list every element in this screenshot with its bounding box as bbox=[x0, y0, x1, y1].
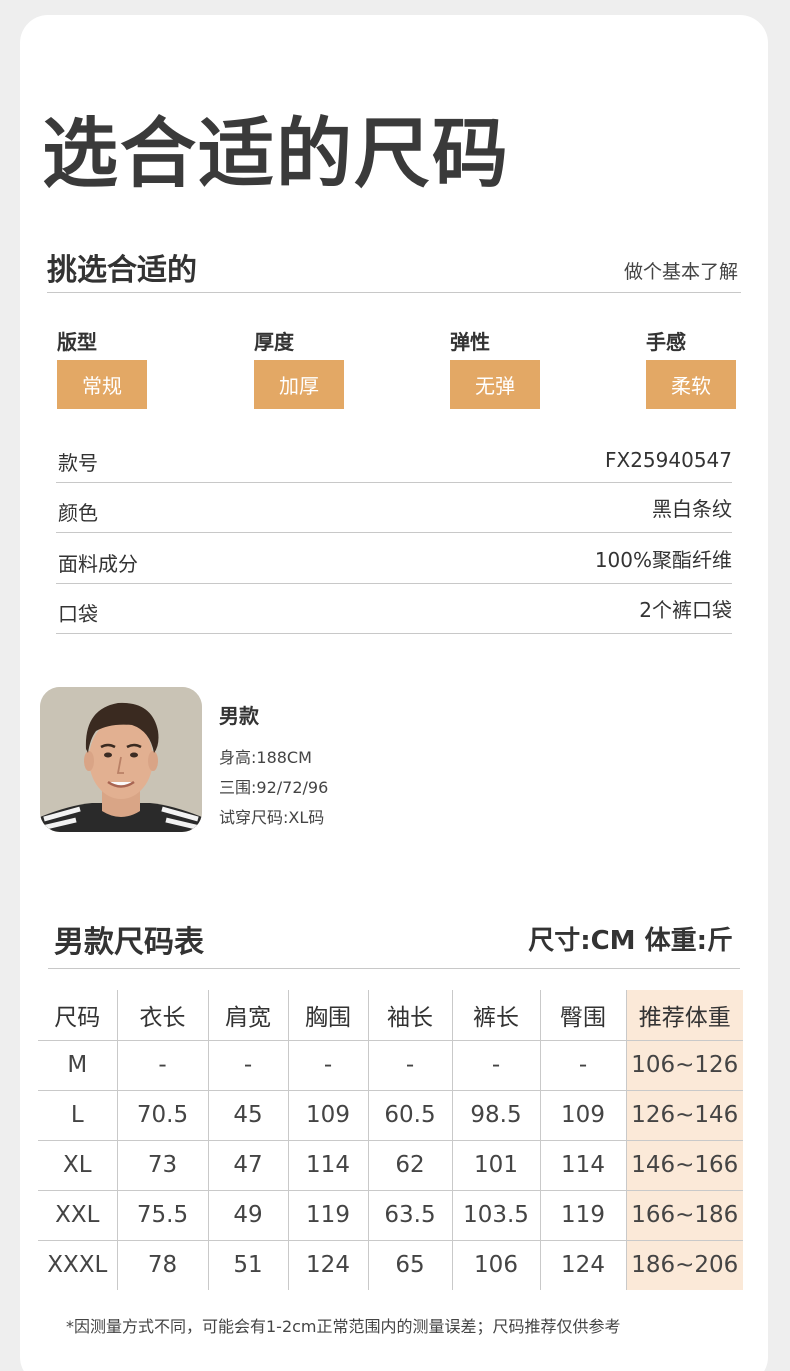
attribute-tag: 常规 bbox=[57, 360, 147, 409]
table-cell: 101 bbox=[451, 1139, 541, 1191]
page-title: 选合适的尺码 bbox=[42, 109, 510, 198]
pick-section-heading: 挑选合适的 bbox=[47, 253, 197, 288]
table-cell: 65 bbox=[367, 1239, 453, 1290]
spec-row-fabric: 面料成分 100%聚酯纤维 bbox=[56, 533, 732, 584]
table-cell: XXL bbox=[38, 1189, 118, 1241]
table-cell: 98.5 bbox=[451, 1089, 541, 1141]
attribute-tag: 加厚 bbox=[254, 360, 344, 409]
spec-value: 黑白条纹 bbox=[652, 497, 732, 521]
table-cell: 106~126 bbox=[625, 1039, 743, 1091]
table-row: XXXL 78 51 124 65 106 124 186~206 bbox=[38, 1239, 743, 1290]
measurement-note: *因测量方式不同，可能会有1-2cm正常范围内的测量误差；尺码推荐仅供参考 bbox=[66, 1317, 621, 1336]
attribute-elasticity: 弹性 无弹 bbox=[450, 326, 540, 409]
model-measurements: 三围:92/72/96 bbox=[219, 778, 329, 797]
column-header: 胸围 bbox=[287, 990, 369, 1041]
spec-row-pockets: 口袋 2个裤口袋 bbox=[56, 584, 732, 634]
model-portrait-illustration bbox=[40, 687, 202, 832]
attribute-tag: 柔软 bbox=[646, 360, 736, 409]
table-cell: 49 bbox=[207, 1189, 289, 1241]
model-height: 身高:188CM bbox=[219, 748, 312, 767]
model-photo bbox=[40, 687, 202, 832]
pick-section-header: 挑选合适的 做个基本了解 bbox=[47, 243, 741, 293]
attribute-feel: 手感 柔软 bbox=[646, 326, 736, 409]
table-cell: - bbox=[207, 1039, 289, 1091]
table-cell: 47 bbox=[207, 1139, 289, 1191]
table-cell: 78 bbox=[116, 1239, 209, 1290]
column-header: 推荐体重 bbox=[625, 990, 743, 1041]
size-chart-header: 男款尺码表 尺寸:CM 体重:斤 bbox=[48, 908, 740, 969]
spec-key: 口袋 bbox=[58, 602, 98, 626]
table-cell: 166~186 bbox=[625, 1189, 743, 1241]
table-cell: - bbox=[287, 1039, 369, 1091]
spec-value: 2个裤口袋 bbox=[639, 598, 732, 622]
table-row: M - - - - - - 106~126 bbox=[38, 1039, 743, 1091]
table-cell: 73 bbox=[116, 1139, 209, 1191]
column-header: 臀围 bbox=[539, 990, 627, 1041]
table-cell: 114 bbox=[539, 1139, 627, 1191]
table-cell: - bbox=[116, 1039, 209, 1091]
attribute-label: 厚度 bbox=[254, 330, 294, 354]
spec-key: 面料成分 bbox=[58, 551, 138, 576]
attribute-thickness: 厚度 加厚 bbox=[254, 326, 344, 409]
model-try-size: 试穿尺码:XL码 bbox=[219, 808, 325, 827]
table-cell: 75.5 bbox=[116, 1189, 209, 1241]
column-header: 袖长 bbox=[367, 990, 453, 1041]
table-cell: M bbox=[38, 1039, 118, 1091]
size-chart-heading: 男款尺码表 bbox=[54, 925, 204, 960]
table-cell: 124 bbox=[539, 1239, 627, 1290]
table-row: XXL 75.5 49 119 63.5 103.5 119 166~186 bbox=[38, 1189, 743, 1241]
column-header: 尺码 bbox=[38, 990, 118, 1041]
table-cell: 70.5 bbox=[116, 1089, 209, 1141]
spec-key: 款号 bbox=[58, 450, 98, 475]
table-cell: 60.5 bbox=[367, 1089, 453, 1141]
table-cell: 126~146 bbox=[625, 1089, 743, 1141]
table-cell: 63.5 bbox=[367, 1189, 453, 1241]
spec-row-style-number: 款号 FX25940547 bbox=[56, 432, 732, 483]
attribute-label: 手感 bbox=[646, 330, 686, 354]
spec-value: 100%聚酯纤维 bbox=[594, 547, 732, 572]
spec-value: FX25940547 bbox=[604, 447, 732, 472]
spec-list: 款号 FX25940547 颜色 黑白条纹 面料成分 100%聚酯纤维 口袋 2… bbox=[56, 432, 732, 634]
table-cell: - bbox=[539, 1039, 627, 1091]
table-cell: 124 bbox=[287, 1239, 369, 1290]
column-header: 裤长 bbox=[451, 990, 541, 1041]
attribute-fit: 版型 常规 bbox=[57, 326, 147, 409]
table-cell: XL bbox=[38, 1139, 118, 1191]
table-cell: 119 bbox=[539, 1189, 627, 1241]
table-cell: 62 bbox=[367, 1139, 453, 1191]
table-cell: XXXL bbox=[38, 1239, 118, 1290]
attribute-label: 弹性 bbox=[450, 330, 490, 354]
table-cell: 109 bbox=[539, 1089, 627, 1141]
column-header: 衣长 bbox=[116, 990, 209, 1041]
table-cell: 114 bbox=[287, 1139, 369, 1191]
table-header-row: 尺码 衣长 肩宽 胸围 袖长 裤长 臀围 推荐体重 bbox=[38, 990, 743, 1041]
table-cell: 146~166 bbox=[625, 1139, 743, 1191]
table-row: L 70.5 45 109 60.5 98.5 109 126~146 bbox=[38, 1089, 743, 1141]
table-cell: 119 bbox=[287, 1189, 369, 1241]
table-cell: 109 bbox=[287, 1089, 369, 1141]
size-chart-table: 尺码 衣长 肩宽 胸围 袖长 裤长 臀围 推荐体重 M - - - - - - … bbox=[38, 990, 743, 1290]
table-cell: 45 bbox=[207, 1089, 289, 1141]
table-cell: 106 bbox=[451, 1239, 541, 1290]
table-cell: - bbox=[451, 1039, 541, 1091]
attribute-tag: 无弹 bbox=[450, 360, 540, 409]
table-cell: 51 bbox=[207, 1239, 289, 1290]
attribute-label: 版型 bbox=[57, 330, 97, 354]
spec-key: 颜色 bbox=[58, 501, 98, 525]
size-chart-units: 尺寸:CM 体重:斤 bbox=[528, 926, 733, 956]
table-cell: - bbox=[367, 1039, 453, 1091]
pick-section-subtitle: 做个基本了解 bbox=[623, 261, 738, 283]
table-row: XL 73 47 114 62 101 114 146~166 bbox=[38, 1139, 743, 1191]
column-header: 肩宽 bbox=[207, 990, 289, 1041]
spec-row-color: 颜色 黑白条纹 bbox=[56, 483, 732, 533]
table-cell: L bbox=[38, 1089, 118, 1141]
model-info: 男款 身高:188CM 三围:92/72/96 试穿尺码:XL码 bbox=[219, 700, 328, 833]
model-name: 男款 bbox=[219, 704, 259, 728]
table-cell: 186~206 bbox=[625, 1239, 743, 1290]
table-cell: 103.5 bbox=[451, 1189, 541, 1241]
